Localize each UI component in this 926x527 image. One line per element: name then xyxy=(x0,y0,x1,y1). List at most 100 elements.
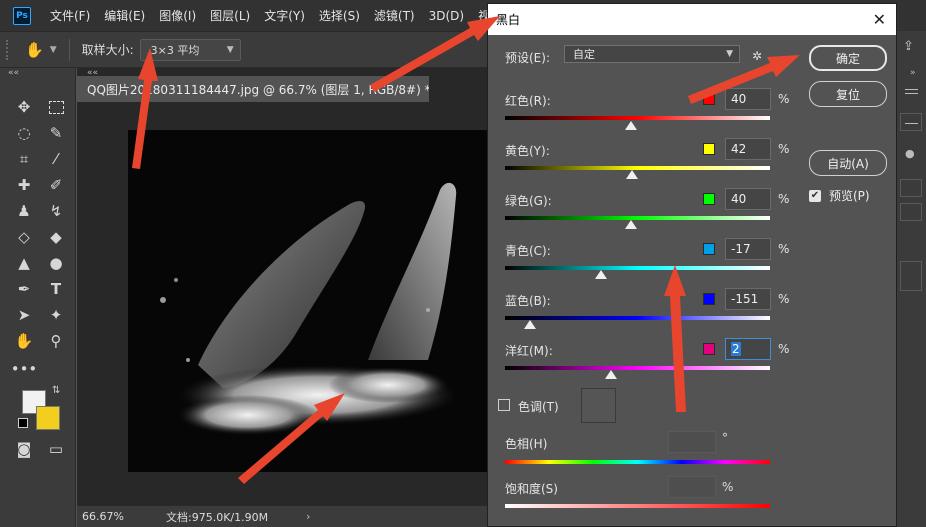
checkbox-checked-icon[interactable]: ✔ xyxy=(809,189,821,202)
menu-image[interactable]: 图像(I) xyxy=(159,7,196,24)
background-color-swatch[interactable] xyxy=(36,406,60,430)
chevron-right-icon[interactable]: › xyxy=(306,510,310,523)
preset-value: 自定 xyxy=(573,48,595,61)
preset-label: 预设(E): xyxy=(505,51,550,65)
hand-tool-icon[interactable]: ✋ xyxy=(12,329,36,353)
cyan-input[interactable]: -17 xyxy=(725,238,771,260)
preset-select[interactable]: 自定 ▼ xyxy=(564,45,740,63)
panels-strip: ⇪ » ● xyxy=(896,31,926,527)
collapse-icon[interactable]: «« xyxy=(8,68,19,78)
percent-label: % xyxy=(778,292,790,306)
panel-tab[interactable] xyxy=(900,113,922,131)
pen-tool-icon[interactable]: ✒ xyxy=(12,277,36,301)
cyan-slider-thumb[interactable] xyxy=(595,270,607,279)
eyedropper-tool-icon[interactable]: ⁄ xyxy=(44,147,68,171)
sample-size-select[interactable]: 3×3 平均 ▼ xyxy=(139,38,241,61)
zoom-level[interactable]: 66.67% xyxy=(82,510,162,523)
magenta-input-value[interactable]: 2 xyxy=(731,342,741,356)
hand-tool-icon[interactable]: ✋ xyxy=(25,41,44,59)
swap-colors-icon[interactable]: ⇅ xyxy=(52,385,60,396)
panel-tab[interactable] xyxy=(900,261,922,291)
magenta-swatch xyxy=(703,343,715,355)
red-swatch xyxy=(703,93,715,105)
magenta-label: 洋红(M): xyxy=(505,344,553,358)
ok-button[interactable]: 确定 xyxy=(809,45,887,71)
options-bar-handle[interactable] xyxy=(6,39,11,60)
preview-label: 预览(P) xyxy=(829,189,870,203)
yellow-label: 黄色(Y): xyxy=(505,144,550,158)
yellow-input[interactable]: 42 xyxy=(725,138,771,160)
red-input[interactable]: 40 xyxy=(725,88,771,110)
default-colors-icon[interactable] xyxy=(18,418,28,428)
close-icon[interactable]: ✕ xyxy=(873,10,886,29)
menu-edit[interactable]: 编辑(E) xyxy=(104,7,145,24)
image-canvas[interactable] xyxy=(128,130,490,472)
auto-button[interactable]: 自动(A) xyxy=(809,150,887,176)
screen-mode-icon[interactable]: ▭ xyxy=(44,437,68,461)
reset-button[interactable]: 复位 xyxy=(809,81,887,107)
green-slider-track[interactable] xyxy=(505,216,770,220)
lasso-tool-icon[interactable]: ◌ xyxy=(12,121,36,145)
quick-mask-icon[interactable]: ◙ xyxy=(12,437,36,461)
tint-color-swatch[interactable] xyxy=(581,388,616,423)
green-input[interactable]: 40 xyxy=(725,188,771,210)
panel-menu-icon[interactable] xyxy=(905,89,918,90)
dolphins-image xyxy=(128,130,490,472)
chevron-down-icon[interactable]: ▼ xyxy=(50,45,57,55)
history-brush-tool-icon[interactable]: ↯ xyxy=(44,199,68,223)
saturation-slider-track xyxy=(505,504,770,508)
red-slider-track[interactable] xyxy=(505,116,770,120)
yellow-slider-thumb[interactable] xyxy=(626,170,638,179)
status-bar: 66.67% 文档:975.0K/1.90M › xyxy=(77,505,487,527)
menu-filter[interactable]: 滤镜(T) xyxy=(374,7,415,24)
blue-slider-thumb[interactable] xyxy=(524,320,536,329)
document-area: «« QQ图片20180311184447.jpg @ 66.7% (图层 1,… xyxy=(77,68,490,527)
blue-input[interactable]: -151 xyxy=(725,288,771,310)
menu-select[interactable]: 选择(S) xyxy=(319,7,360,24)
tint-label: 色调(T) xyxy=(518,400,559,414)
share-icon[interactable]: ⇪ xyxy=(903,39,914,54)
document-tab[interactable]: QQ图片20180311184447.jpg @ 66.7% (图层 1, RG… xyxy=(77,76,429,102)
green-swatch xyxy=(703,193,715,205)
quick-select-tool-icon[interactable]: ✎ xyxy=(44,121,68,145)
menu-layer[interactable]: 图层(L) xyxy=(210,7,250,24)
dialog-title-bar[interactable]: 黑白 ✕ xyxy=(488,4,896,35)
green-slider-thumb[interactable] xyxy=(625,220,637,229)
dodge-tool-icon[interactable]: ● xyxy=(44,251,68,275)
sample-size-value: 3×3 平均 xyxy=(150,43,200,57)
type-tool-icon[interactable]: T xyxy=(44,277,68,301)
zoom-tool-icon[interactable]: ⚲ xyxy=(44,329,68,353)
panel-tab[interactable] xyxy=(900,203,922,221)
brush-tool-icon[interactable]: ✐ xyxy=(44,173,68,197)
shape-tool-icon[interactable]: ✦ xyxy=(44,303,68,327)
red-label: 红色(R): xyxy=(505,94,551,108)
paint-bucket-tool-icon[interactable]: ◆ xyxy=(44,225,68,249)
black-white-dialog: 黑白 ✕ 预设(E): 自定 ▼ ✲ 确定 复位 自动(A) ✔ 预览(P) 红… xyxy=(487,3,897,527)
gear-icon[interactable]: ✲ xyxy=(752,49,762,63)
healing-brush-tool-icon[interactable]: ✚ xyxy=(12,173,36,197)
magenta-slider-thumb[interactable] xyxy=(605,370,617,379)
eraser-tool-icon[interactable]: ◇ xyxy=(12,225,36,249)
clone-stamp-tool-icon[interactable]: ♟ xyxy=(12,199,36,223)
move-tool-icon[interactable]: ✥ xyxy=(12,95,36,119)
cyan-swatch xyxy=(703,243,715,255)
blue-slider-track[interactable] xyxy=(505,316,770,320)
menu-3d[interactable]: 3D(D) xyxy=(429,9,464,23)
menu-file[interactable]: 文件(F) xyxy=(50,7,90,24)
expand-icon[interactable]: » xyxy=(910,68,916,78)
tint-checkbox[interactable] xyxy=(498,399,510,411)
magenta-slider-track[interactable] xyxy=(505,366,770,370)
magenta-input[interactable]: 2 xyxy=(725,338,771,360)
path-selection-tool-icon[interactable]: ➤ xyxy=(12,303,36,327)
panel-tab[interactable] xyxy=(900,179,922,197)
menu-type[interactable]: 文字(Y) xyxy=(264,7,305,24)
cyan-slider-track[interactable] xyxy=(505,266,770,270)
more-tools-icon[interactable]: ••• xyxy=(11,357,38,381)
saturation-input[interactable] xyxy=(668,476,716,498)
marquee-tool-icon[interactable] xyxy=(44,95,68,119)
red-slider-thumb[interactable] xyxy=(625,121,637,130)
blur-tool-icon[interactable]: ▲ xyxy=(12,251,36,275)
crop-tool-icon[interactable]: ⌗ xyxy=(12,147,36,171)
preview-checkbox[interactable]: ✔ 预览(P) xyxy=(809,187,870,204)
hue-input[interactable] xyxy=(668,431,716,453)
